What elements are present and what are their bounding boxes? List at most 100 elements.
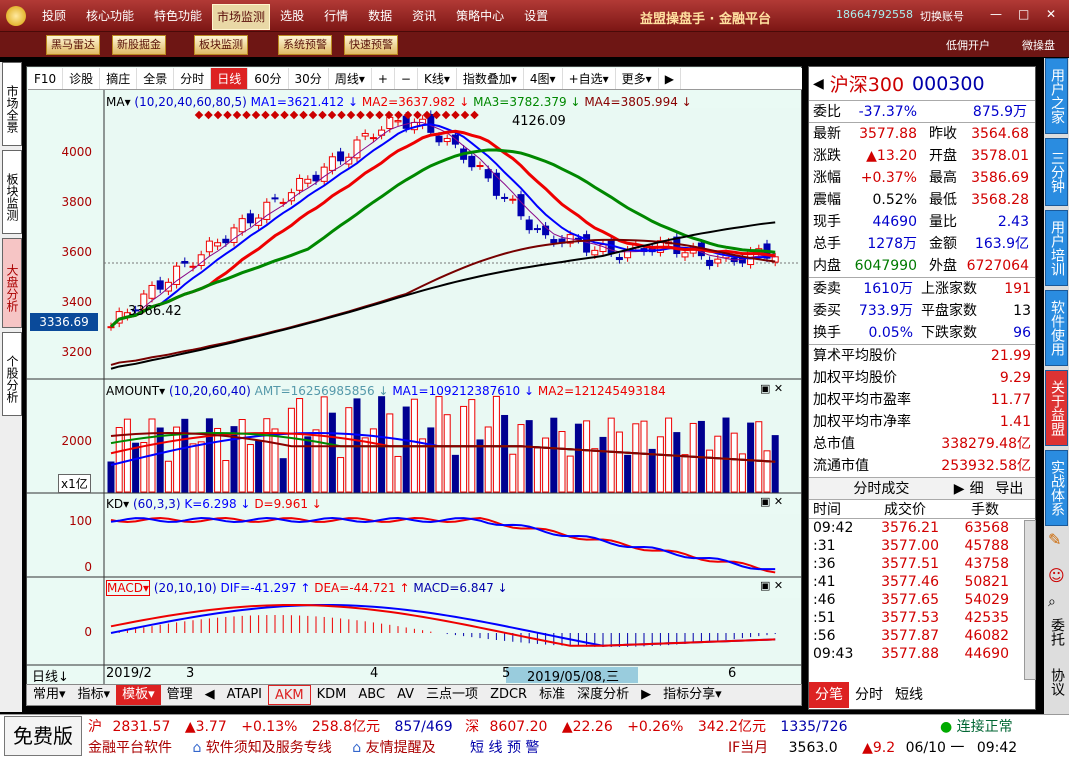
indicator-tab-4[interactable]: ◀ (199, 685, 221, 705)
candle-body (156, 280, 164, 290)
chart-tool-7[interactable]: 30分 (289, 68, 329, 89)
micro-trade-link[interactable]: 微操盘 (1022, 37, 1055, 53)
stat-value: 253932.58亿 (941, 458, 1031, 474)
chart-tool-9[interactable]: + (372, 68, 395, 89)
tab-trade-order[interactable]: 委托 (1047, 618, 1067, 646)
chart-tool-10[interactable]: − (395, 68, 418, 89)
indicator-tab-0[interactable]: 常用▾ (27, 685, 72, 705)
indicator-tab-12[interactable]: 标准 (533, 685, 571, 705)
tab-agreement[interactable]: 协议 (1047, 668, 1067, 696)
indicator-tab-14[interactable]: ▶ (635, 685, 657, 705)
tab-trading-system[interactable]: 实战体系 (1045, 450, 1068, 526)
indicator-tab-3[interactable]: 管理 (161, 685, 199, 705)
indicator-tab-1[interactable]: 指标▾ (72, 685, 117, 705)
chart-tool-11[interactable]: K线▾ (418, 68, 457, 89)
chart-tool-1[interactable]: 诊股 (63, 68, 101, 89)
trade-export-button[interactable]: 导出 (995, 478, 1035, 499)
kd-panel-controls-icon[interactable]: ▣ ✕ (760, 495, 783, 508)
tab-shortline[interactable]: 短线 (889, 682, 929, 708)
tab-sector-monitor[interactable]: 板块监测 (2, 150, 22, 234)
ipo-button[interactable]: 新股掘金 (112, 35, 166, 55)
quote-label: 内盘 (813, 258, 841, 274)
menu-item-6[interactable]: 数据 (358, 0, 402, 32)
tab-stock-analysis[interactable]: 个股分析 (2, 332, 22, 416)
menu-item-9[interactable]: 设置 (514, 0, 558, 32)
news-2[interactable]: 软件须知及服务专线 (206, 740, 332, 756)
trade-header[interactable]: 分时成交 (809, 478, 954, 499)
tab-three-minutes[interactable]: 三分钟 (1045, 138, 1068, 206)
indicator-tab-8[interactable]: ABC (352, 685, 391, 705)
indicator-tab-6[interactable]: AKM (268, 685, 311, 705)
chart-tool-15[interactable]: 更多▾ (616, 68, 659, 89)
menu-item-1[interactable]: 核心功能 (76, 0, 144, 32)
menu-item-8[interactable]: 策略中心 (446, 0, 514, 32)
sector-monitor-button[interactable]: 板块监测 (194, 35, 248, 55)
amount-bar (197, 441, 205, 493)
search-icon[interactable]: ⌕ (1048, 594, 1056, 610)
chart-tool-12[interactable]: 指数叠加▾ (457, 68, 524, 89)
user-phone[interactable]: 18664792558 (836, 8, 913, 21)
tab-timeshare[interactable]: 分时 (849, 682, 889, 708)
quick-alert-button[interactable]: 快速预警 (344, 35, 398, 55)
menu-item-5[interactable]: 行情 (314, 0, 358, 32)
indicator-tab-15[interactable]: 指标分享▾ (657, 685, 728, 705)
menu-item-0[interactable]: 投顾 (32, 0, 76, 32)
chart-tool-16[interactable]: ▶ (659, 68, 681, 89)
chart-tool-14[interactable]: +自选▾ (563, 68, 616, 89)
chart-tool-8[interactable]: 周线▾ (329, 68, 372, 89)
menu-item-3[interactable]: 市场监测 (212, 4, 271, 30)
indicator-tab-5[interactable]: ATAPI (221, 685, 268, 705)
amount-panel-controls-icon[interactable]: ▣ ✕ (760, 382, 783, 395)
chart-tool-5[interactable]: 日线 (211, 68, 249, 89)
minimize-icon[interactable]: — (990, 7, 1002, 21)
tab-user-training[interactable]: 用户培训 (1045, 210, 1068, 286)
indicator-tab-10[interactable]: 三点一项 (420, 685, 484, 705)
chart-tool-4[interactable]: 分时 (174, 68, 212, 89)
service-icon[interactable]: ☺ (1048, 566, 1065, 585)
indicator-tab-2[interactable]: 模板▾ (116, 685, 161, 705)
chart-tool-6[interactable]: 60分 (248, 68, 289, 89)
close-icon[interactable]: ✕ (1046, 7, 1056, 21)
free-version-label[interactable]: 免费版 (4, 716, 82, 756)
trade-detail-button[interactable]: 细 (970, 478, 996, 499)
system-alert-button[interactable]: 系统预警 (278, 35, 332, 55)
open-account-link[interactable]: 低佣开户 (946, 37, 990, 53)
macd-label[interactable]: MACD▾ (106, 580, 150, 596)
trade-arrow-icon[interactable]: ▶ (954, 478, 970, 499)
trade-scrollbar[interactable] (1024, 520, 1036, 680)
chart-tool-13[interactable]: 4图▾ (524, 68, 563, 89)
menu-item-7[interactable]: 资讯 (402, 0, 446, 32)
quote-back-icon[interactable]: ◀ (813, 76, 824, 92)
ma-label[interactable]: MA▾ (106, 95, 131, 109)
indicator-tab-13[interactable]: 深度分析 (571, 685, 635, 705)
news-4[interactable]: 短 线 预 警 (470, 740, 539, 756)
amount-bar (648, 448, 656, 493)
news-3[interactable]: 友情提醒及 (366, 740, 436, 756)
chart-tool-3[interactable]: 全景 (137, 68, 175, 89)
amount-bar (771, 435, 779, 493)
tab-user-home[interactable]: 用户之家 (1045, 58, 1068, 134)
tab-ticks[interactable]: 分笔 (809, 682, 849, 708)
amount-bar (574, 423, 582, 493)
dark-horse-radar-button[interactable]: 黑马雷达 (46, 35, 100, 55)
candle-body (468, 155, 476, 168)
switch-account-button[interactable]: 切换账号 (920, 8, 964, 24)
tab-software-usage[interactable]: 软件使用 (1045, 290, 1068, 366)
chart-tool-2[interactable]: 摘庄 (100, 68, 138, 89)
tab-market-overview[interactable]: 市场全景 (2, 62, 22, 146)
feedback-icon[interactable]: ✎ (1048, 530, 1061, 549)
news-1[interactable]: 金融平台软件 (88, 740, 172, 756)
maximize-icon[interactable]: □ (1018, 7, 1029, 21)
tab-market-analysis[interactable]: 大盘分析 (2, 238, 22, 328)
chart-tool-0[interactable]: F10 (28, 68, 64, 89)
indicator-tab-11[interactable]: ZDCR (484, 685, 533, 705)
tab-about[interactable]: 关于益盟 (1045, 370, 1068, 446)
x-axis-label[interactable]: 日线↓ (32, 666, 69, 685)
macd-panel-controls-icon[interactable]: ▣ ✕ (760, 579, 783, 592)
kd-label[interactable]: KD▾ (106, 497, 129, 511)
menu-item-2[interactable]: 特色功能 (144, 0, 212, 32)
menu-item-4[interactable]: 选股 (270, 0, 314, 32)
indicator-tab-9[interactable]: AV (391, 685, 420, 705)
indicator-tab-7[interactable]: KDM (311, 685, 353, 705)
amount-label[interactable]: AMOUNT▾ (106, 384, 165, 398)
